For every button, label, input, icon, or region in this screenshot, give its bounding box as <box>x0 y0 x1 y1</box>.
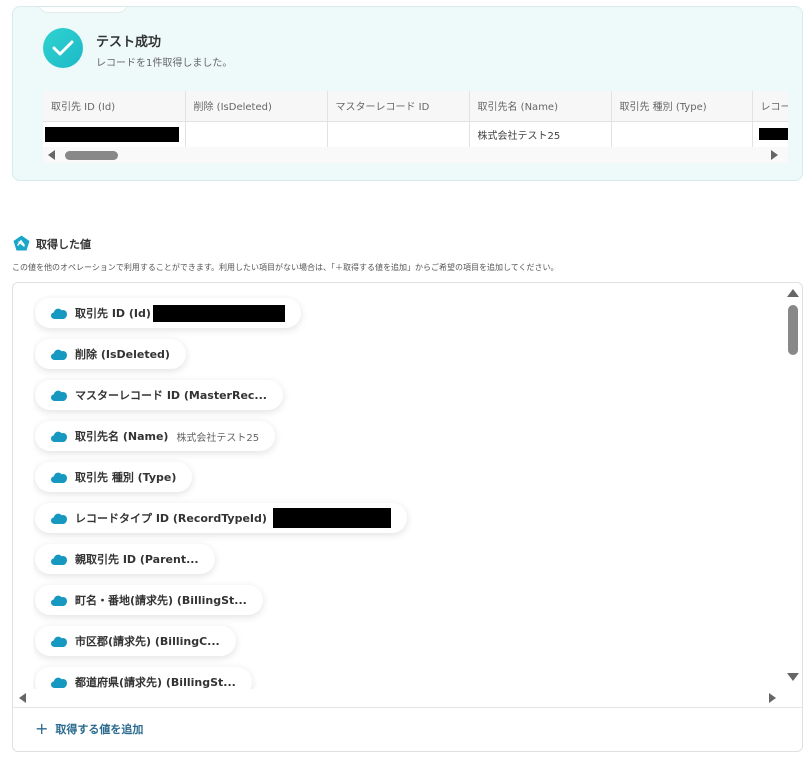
value-label: 町名・番地(請求先) (BillingSt... <box>75 594 247 607</box>
card-tab <box>38 7 128 13</box>
scrollbar-thumb[interactable] <box>65 151 118 160</box>
table-cell <box>752 121 788 147</box>
plus-icon: + <box>35 719 49 738</box>
scroll-left-arrow-icon[interactable] <box>48 150 55 160</box>
salesforce-cloud-icon <box>51 349 67 360</box>
value-label: マスターレコード ID (MasterRec... <box>75 389 267 402</box>
table-cell: 株式会社テスト25 <box>469 121 612 147</box>
value-label: 削除 (IsDeleted) <box>75 348 170 361</box>
salesforce-cloud-icon <box>51 472 67 483</box>
table-cell <box>327 121 470 147</box>
acquired-values-description: この値を他のオペレーションで利用することができます。利用したい項目がない場合は、… <box>12 263 559 272</box>
value-label: 取引先 種別 (Type) <box>75 471 177 484</box>
value-chip[interactable]: 町名・番地(請求先) (BillingSt... <box>35 585 263 615</box>
value-chip[interactable]: 取引先 種別 (Type) <box>35 462 193 492</box>
value-label: 都道府県(請求先) (BillingSt... <box>75 676 236 689</box>
salesforce-cloud-icon <box>51 390 67 401</box>
table-cell <box>185 121 328 147</box>
scrollbar-thumb[interactable] <box>788 305 798 355</box>
table-cell <box>43 121 186 147</box>
column-header: 取引先 種別 (Type) <box>611 91 753 122</box>
success-check-icon <box>43 28 83 68</box>
column-header: レコー <box>752 91 788 122</box>
values-horizontal-scrollbar[interactable] <box>13 689 787 707</box>
acquired-values-icon <box>13 235 30 251</box>
table-row: 株式会社テスト25 <box>43 121 788 147</box>
add-value-button[interactable]: + 取得する値を追加 <box>35 721 143 737</box>
value-chip[interactable]: 取引先名 (Name) 株式会社テスト25 <box>35 421 276 451</box>
salesforce-cloud-icon <box>51 431 67 442</box>
column-header: 取引先名 (Name) <box>469 91 612 122</box>
acquired-values-list: 取引先 ID (Id) 削除 (IsDeleted) マスターレコード ID (… <box>33 295 783 689</box>
acquired-values-panel: 取引先 ID (Id) 削除 (IsDeleted) マスターレコード ID (… <box>12 282 803 752</box>
value-chip[interactable]: 親取引先 ID (Parent... <box>35 544 215 574</box>
result-table: 取引先 ID (Id) 削除 (IsDeleted) マスターレコード ID 取… <box>43 91 788 147</box>
value-label: 取引先 ID (Id) <box>75 307 151 320</box>
scroll-down-arrow-icon[interactable] <box>787 673 799 681</box>
value-label: 取引先名 (Name) <box>75 430 169 443</box>
result-title: テスト成功 <box>96 35 162 50</box>
value-chip[interactable]: マスターレコード ID (MasterRec... <box>35 380 283 410</box>
redacted-value <box>758 128 788 141</box>
scroll-left-arrow-icon[interactable] <box>19 693 26 703</box>
value-label: 市区郡(請求先) (BillingC... <box>75 635 220 648</box>
add-value-label: 取得する値を追加 <box>55 723 144 736</box>
salesforce-cloud-icon <box>51 677 67 688</box>
value-label: レコードタイプ ID (RecordTypeId) <box>75 512 267 525</box>
column-header: 取引先 ID (Id) <box>43 91 186 122</box>
value-chip[interactable]: レコードタイプ ID (RecordTypeId) <box>35 503 407 533</box>
scroll-up-arrow-icon[interactable] <box>787 289 799 297</box>
table-cell <box>611 121 753 147</box>
redacted-value <box>152 304 285 322</box>
redacted-value <box>45 126 179 142</box>
salesforce-cloud-icon <box>51 595 67 606</box>
test-result-card: テスト成功 レコードを1件取得しました。 取引先 ID (Id) 削除 (IsD… <box>12 6 803 181</box>
column-header: 削除 (IsDeleted) <box>185 91 328 122</box>
value-label: 親取引先 ID (Parent... <box>75 553 199 566</box>
value-chip[interactable]: 削除 (IsDeleted) <box>35 339 186 369</box>
scroll-right-arrow-icon[interactable] <box>769 693 776 703</box>
divider <box>13 707 802 708</box>
scroll-right-arrow-icon[interactable] <box>771 150 778 160</box>
value-text: 株式会社テスト25 <box>176 432 260 444</box>
column-header: マスターレコード ID <box>327 91 470 122</box>
value-chip[interactable]: 取引先 ID (Id) <box>35 298 301 328</box>
acquired-values-title: 取得した値 <box>36 238 91 251</box>
values-vertical-scrollbar[interactable] <box>785 283 801 689</box>
result-subtitle: レコードを1件取得しました。 <box>96 58 233 69</box>
value-chip[interactable]: 市区郡(請求先) (BillingC... <box>35 626 236 656</box>
salesforce-cloud-icon <box>51 636 67 647</box>
salesforce-cloud-icon <box>51 308 67 319</box>
value-chip[interactable]: 都道府県(請求先) (BillingSt... <box>35 667 252 689</box>
redacted-value <box>272 508 391 528</box>
table-horizontal-scrollbar[interactable] <box>43 147 788 163</box>
table-header-row: 取引先 ID (Id) 削除 (IsDeleted) マスターレコード ID 取… <box>43 91 788 122</box>
salesforce-cloud-icon <box>51 554 67 565</box>
salesforce-cloud-icon <box>51 513 67 524</box>
